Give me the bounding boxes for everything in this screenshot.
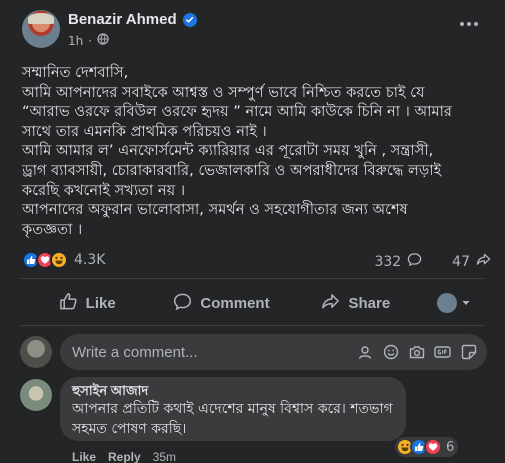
post-line: সম্মানিত দেশবাসি, bbox=[22, 64, 129, 81]
sticker-icon[interactable] bbox=[460, 344, 477, 361]
divider bbox=[20, 325, 485, 326]
comment-input[interactable] bbox=[72, 343, 356, 361]
globe-icon[interactable] bbox=[97, 33, 109, 48]
engagement-counts: 332 47 bbox=[374, 252, 491, 271]
dot-icon bbox=[467, 22, 471, 26]
comment-box[interactable] bbox=[60, 334, 487, 370]
divider bbox=[20, 278, 485, 279]
post-line: “আরাভ ওরফে রবিউল ওরফে হৃদয় ” নামে আমি ক… bbox=[22, 103, 452, 121]
author-name[interactable]: Benazir Ahmed bbox=[68, 11, 177, 28]
post-header: Benazir Ahmed 1h · bbox=[22, 10, 495, 54]
comment-actions: Like Reply 35m bbox=[72, 450, 176, 463]
comment-time[interactable]: 35m bbox=[153, 450, 176, 463]
camera-icon[interactable] bbox=[408, 344, 425, 361]
reaction-summary[interactable]: 4.3K bbox=[22, 251, 105, 269]
post-line: ড্রাগ ব্যাবসায়ী, চোরাকারবারি, ভেজালকারি… bbox=[22, 161, 442, 179]
post-line: কৃতজ্ঞতা । bbox=[22, 220, 83, 238]
dot-icon bbox=[460, 22, 464, 26]
comment-like-button[interactable]: Like bbox=[72, 450, 96, 463]
dot-icon bbox=[474, 22, 478, 26]
comment-text-line: সহমত পোষণ করছি। bbox=[72, 421, 187, 437]
love-reaction-icon bbox=[424, 438, 442, 456]
comment-reactions[interactable]: 6 bbox=[395, 437, 459, 457]
comment-button[interactable]: Comment bbox=[154, 285, 288, 321]
comment-count-icon bbox=[407, 252, 422, 271]
share-count-icon bbox=[476, 252, 491, 271]
reaction-count[interactable]: 4.3K bbox=[74, 252, 105, 268]
commenter-avatar[interactable] bbox=[20, 379, 52, 411]
post-line: আপনাদের অফুরান ভালোবাসা, সমর্থন ও সহযোগী… bbox=[22, 201, 408, 219]
emoji-icon[interactable] bbox=[382, 344, 399, 361]
comment-composer bbox=[20, 334, 487, 370]
comment-label: Comment bbox=[200, 294, 270, 312]
composer-tools bbox=[356, 344, 487, 361]
comment-bubble: হুসাইন আজাদ আপনার প্রতিটি কথাই এদেশের মা… bbox=[60, 377, 406, 441]
meta-separator: · bbox=[88, 33, 93, 48]
comment-reply-button[interactable]: Reply bbox=[108, 450, 141, 463]
verified-badge-icon bbox=[182, 12, 197, 27]
post-line: আমি আপনাদের সবাইকে আশ্বস্ত ও সম্পুর্ণ ভা… bbox=[22, 83, 425, 101]
author-avatar[interactable] bbox=[22, 10, 60, 48]
haha-reaction-icon bbox=[50, 251, 68, 269]
post-line: আমি আমার ল’ এনফোর্সমেন্ট ক্যারিয়ার এর প… bbox=[22, 142, 434, 160]
avatar-sticker-icon[interactable] bbox=[356, 344, 373, 361]
comment-reaction-count: 6 bbox=[446, 439, 455, 455]
more-options-button[interactable] bbox=[457, 16, 481, 32]
caret-down-icon bbox=[461, 295, 471, 312]
like-button[interactable]: Like bbox=[20, 285, 154, 321]
post-text: সম্মানিত দেশবাসি, আমি আপনাদের সবাইকে আশ্… bbox=[22, 63, 500, 239]
comment-count[interactable]: 332 bbox=[374, 254, 401, 270]
commenter-name[interactable]: হুসাইন আজাদ bbox=[72, 383, 394, 399]
post-action-bar: Like Comment Share bbox=[20, 284, 485, 322]
share-count[interactable]: 47 bbox=[452, 254, 470, 270]
share-icon bbox=[321, 292, 340, 315]
share-button[interactable]: Share bbox=[289, 285, 423, 321]
thumbs-up-icon bbox=[59, 292, 78, 315]
comment-item: হুসাইন আজাদ আপনার প্রতিটি কথাই এদেশের মা… bbox=[20, 377, 487, 463]
comment-icon bbox=[173, 292, 192, 315]
like-label: Like bbox=[85, 294, 116, 312]
post-meta: 1h · bbox=[68, 33, 109, 48]
author-line: Benazir Ahmed bbox=[68, 11, 197, 28]
comment-text-line: আপনার প্রতিটি কথাই এদেশের মানুষ বিশ্বাস … bbox=[72, 401, 393, 417]
share-label: Share bbox=[348, 294, 391, 312]
profile-avatar bbox=[436, 293, 457, 313]
current-user-avatar[interactable] bbox=[20, 336, 52, 368]
react-as-selector[interactable] bbox=[423, 285, 485, 321]
post-line: সাথে তার এমনকি প্রাথমিক পরিচয়ও নাই । bbox=[22, 122, 267, 140]
post-stats: 4.3K 332 47 bbox=[22, 251, 491, 273]
post-time[interactable]: 1h bbox=[68, 34, 83, 48]
post-line: করেছি কখনোই সখ্যতা নয় । bbox=[22, 181, 186, 199]
gif-icon[interactable] bbox=[434, 344, 451, 361]
